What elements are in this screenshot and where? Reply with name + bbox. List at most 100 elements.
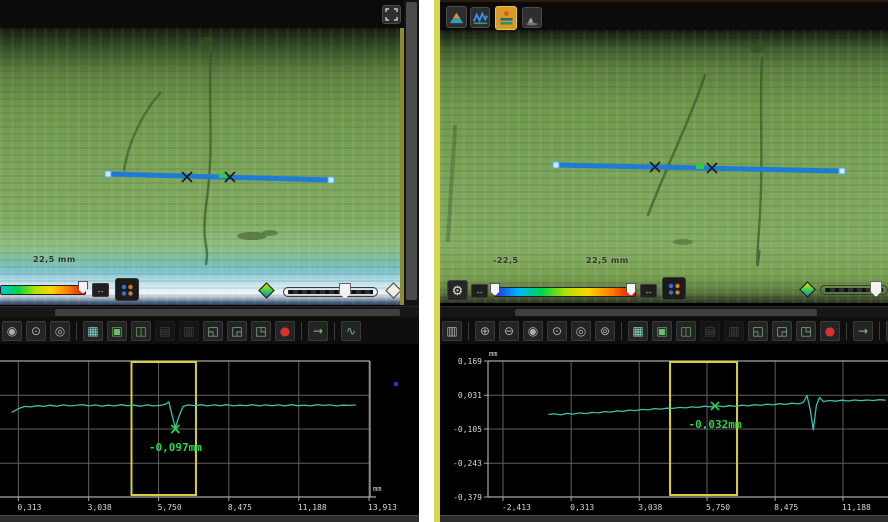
y-axis-ticks: 0,1690,031-0,105-0,243-0,379 — [453, 357, 488, 502]
palette-diamond-icon[interactable] — [258, 282, 275, 299]
layout-windows-icon: ▥ — [446, 324, 457, 338]
marker-diamond-icon[interactable] — [385, 282, 400, 299]
depth-value-label: -0,032mm — [689, 418, 742, 431]
horizontal-scrollbar-thumb[interactable] — [515, 309, 817, 316]
zoom-sel-button[interactable]: ⊙ — [547, 321, 567, 341]
scale-max-label: 22,5 mm — [33, 255, 76, 264]
range-fit-button[interactable]: ↔ — [640, 284, 657, 298]
toolbar-separator — [621, 322, 622, 340]
toolbar-separator — [334, 322, 335, 340]
color-scale-bar[interactable] — [494, 287, 636, 297]
range-fit-button[interactable]: ↔ — [92, 283, 109, 297]
svg-text:0,169: 0,169 — [458, 357, 482, 366]
toolbar-separator — [879, 322, 880, 340]
section-position-slider[interactable] — [283, 287, 378, 297]
settings-button[interactable]: ⚙ — [447, 280, 468, 301]
left-profile-chart[interactable]: 0,3133,0385,7508,47511,18813,913mm-0,097… — [0, 347, 419, 515]
left-chart-area: 0,3133,0385,7508,47511,18813,913mm-0,097… — [0, 347, 419, 515]
region-select-icon: ◱ — [207, 324, 218, 338]
line-endpoint-right[interactable] — [328, 177, 334, 183]
layer-b-button[interactable]: ▥ — [724, 321, 744, 341]
region-shrink-button[interactable]: ◳ — [251, 321, 271, 341]
cursor-dot — [394, 382, 398, 386]
export-report-button[interactable]: → — [853, 321, 873, 341]
svg-text:-2,413: -2,413 — [502, 503, 531, 512]
svg-text:8,475: 8,475 — [774, 503, 798, 512]
region-select-button[interactable]: ◱ — [203, 321, 223, 341]
range-auto-button[interactable]: ↔ — [471, 284, 488, 298]
palette-diamond-icon[interactable] — [799, 281, 816, 298]
zoom-fit-button[interactable]: ◉ — [523, 321, 543, 341]
color-scale-bar[interactable] — [0, 285, 86, 295]
line-endpoint-right[interactable] — [839, 168, 845, 174]
grid-view-button[interactable]: ▦ — [628, 321, 648, 341]
x-unit-label: mm — [373, 485, 381, 493]
snapshot-view-button[interactable]: ▣ — [652, 321, 672, 341]
region-grow-button[interactable]: ◲ — [772, 321, 792, 341]
grid-view-button[interactable]: ▦ — [83, 321, 103, 341]
svg-text:5,750: 5,750 — [158, 503, 182, 512]
left-surface-view[interactable]: 22,5 mm ↔ — [0, 28, 400, 305]
zoom-in-button[interactable]: ⊕ — [475, 321, 495, 341]
profile-wave-view-button[interactable] — [470, 7, 490, 28]
layer-a-button[interactable]: ▤ — [155, 321, 175, 341]
right-surface-view[interactable]: ⚙ ↔ -22,5 22,5 mm ↔ — [440, 30, 888, 303]
frame-view-icon: ◫ — [680, 324, 691, 338]
snapshot-view-button[interactable]: ▣ — [107, 321, 127, 341]
right-profile-chart[interactable]: -2,4130,3133,0385,7508,47511,1880,1690,0… — [440, 347, 888, 515]
layer-b-button[interactable]: ▥ — [179, 321, 199, 341]
surface-defects — [124, 37, 278, 264]
palette-sync-button[interactable] — [115, 278, 139, 301]
zoom-1-1-button[interactable]: ◎ — [571, 321, 591, 341]
line-center-handle[interactable] — [696, 164, 704, 169]
right-panel-titlebar — [440, 0, 888, 30]
zoom-out-button[interactable]: ⊖ — [499, 321, 519, 341]
region-select-button[interactable]: ◱ — [748, 321, 768, 341]
x-axis-ticks: 0,3133,0385,7508,47511,18813,913 — [17, 497, 397, 512]
zoom-prev-button[interactable]: ⊚ — [595, 321, 615, 341]
height-map-icon — [448, 9, 465, 26]
region-grow-icon: ◲ — [776, 324, 787, 338]
palette-sync-button[interactable] — [662, 277, 686, 300]
svg-text:0,313: 0,313 — [17, 503, 41, 512]
vertical-scrollbar[interactable] — [404, 0, 419, 306]
zoom-1-1-button[interactable]: ⊙ — [26, 321, 46, 341]
toolbar-separator — [846, 322, 847, 340]
export-report-icon: → — [858, 324, 868, 338]
frame-view-button[interactable]: ◫ — [676, 321, 696, 341]
scale-min-label: -22,5 — [493, 256, 519, 265]
vertical-scrollbar-thumb[interactable] — [406, 2, 417, 300]
layers-view-button[interactable] — [495, 6, 517, 30]
line-endpoint-left[interactable] — [553, 162, 559, 168]
layer-b-icon: ▥ — [728, 324, 739, 338]
snapshot-view-icon: ▣ — [656, 324, 667, 338]
zoom-prev-button[interactable]: ◎ — [50, 321, 70, 341]
left-panel-titlebar — [0, 0, 419, 28]
right-viewer-panel: ⚙ ↔ -22,5 22,5 mm ↔ — [434, 0, 888, 522]
layer-a-button[interactable]: ▤ — [700, 321, 720, 341]
zoom-pan-button[interactable]: ◉ — [2, 321, 22, 341]
fullscreen-button[interactable] — [382, 5, 401, 24]
layers-view-icon — [498, 9, 515, 27]
line-endpoint-left[interactable] — [105, 171, 111, 177]
profile-tool-button[interactable]: ∿ — [341, 321, 361, 341]
layout-windows-button[interactable]: ▥ — [442, 321, 462, 341]
svg-text:0,313: 0,313 — [570, 503, 594, 512]
region-grow-button[interactable]: ◲ — [227, 321, 247, 341]
region-grow-icon: ◲ — [231, 324, 242, 338]
record-button[interactable]: ● — [820, 321, 840, 341]
svg-text:8,475: 8,475 — [228, 503, 252, 512]
depth-value-label: -0,097mm — [149, 441, 202, 454]
frame-view-button[interactable]: ◫ — [131, 321, 151, 341]
region-shrink-button[interactable]: ◳ — [796, 321, 816, 341]
horizontal-scrollbar-thumb[interactable] — [55, 309, 400, 316]
measurement-line[interactable] — [105, 171, 334, 183]
grayscale-peak-view-button[interactable] — [522, 7, 542, 28]
frame-view-icon: ◫ — [135, 324, 146, 338]
profile-trace — [12, 402, 356, 428]
measurement-line[interactable] — [553, 162, 845, 174]
height-map-view-button[interactable] — [446, 6, 467, 28]
record-button[interactable]: ● — [275, 321, 295, 341]
zoom-prev-icon: ⊚ — [600, 324, 610, 338]
export-report-button[interactable]: → — [308, 321, 328, 341]
